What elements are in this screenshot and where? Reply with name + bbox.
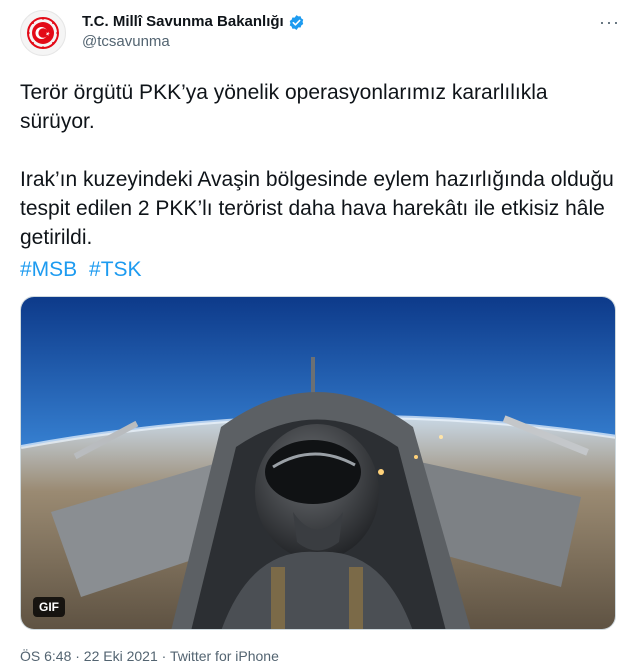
verified-badge-icon [289, 14, 303, 30]
avatar[interactable] [20, 10, 66, 56]
ministry-emblem-icon [27, 17, 59, 49]
hashtag-tsk[interactable]: #TSK [89, 258, 142, 281]
jet-cockpit-image [21, 297, 615, 629]
hashtag-msb[interactable]: #MSB [20, 258, 77, 281]
hashtag-row: #MSB #TSK [20, 255, 148, 284]
author-name-text[interactable]: T.C. Millî Savunma Bakanlığı [82, 12, 284, 32]
gif-badge: GIF [33, 597, 65, 617]
author-name[interactable]: T.C. Millî Savunma Bakanlığı [82, 12, 305, 32]
tweet-timestamp[interactable]: ÖS 6:48 · 22 Eki 2021 · Twitter for iPho… [20, 648, 279, 664]
media-gif[interactable]: GIF [20, 296, 616, 630]
author-handle[interactable]: @tcsavunma [82, 32, 305, 52]
tweet-text: Terör örgütü PKK’ya yönelik operasyonlar… [20, 81, 614, 249]
more-options-icon[interactable]: ··· [599, 12, 620, 33]
tweet-header: T.C. Millî Savunma Bakanlığı @tcsavunma … [20, 8, 620, 56]
